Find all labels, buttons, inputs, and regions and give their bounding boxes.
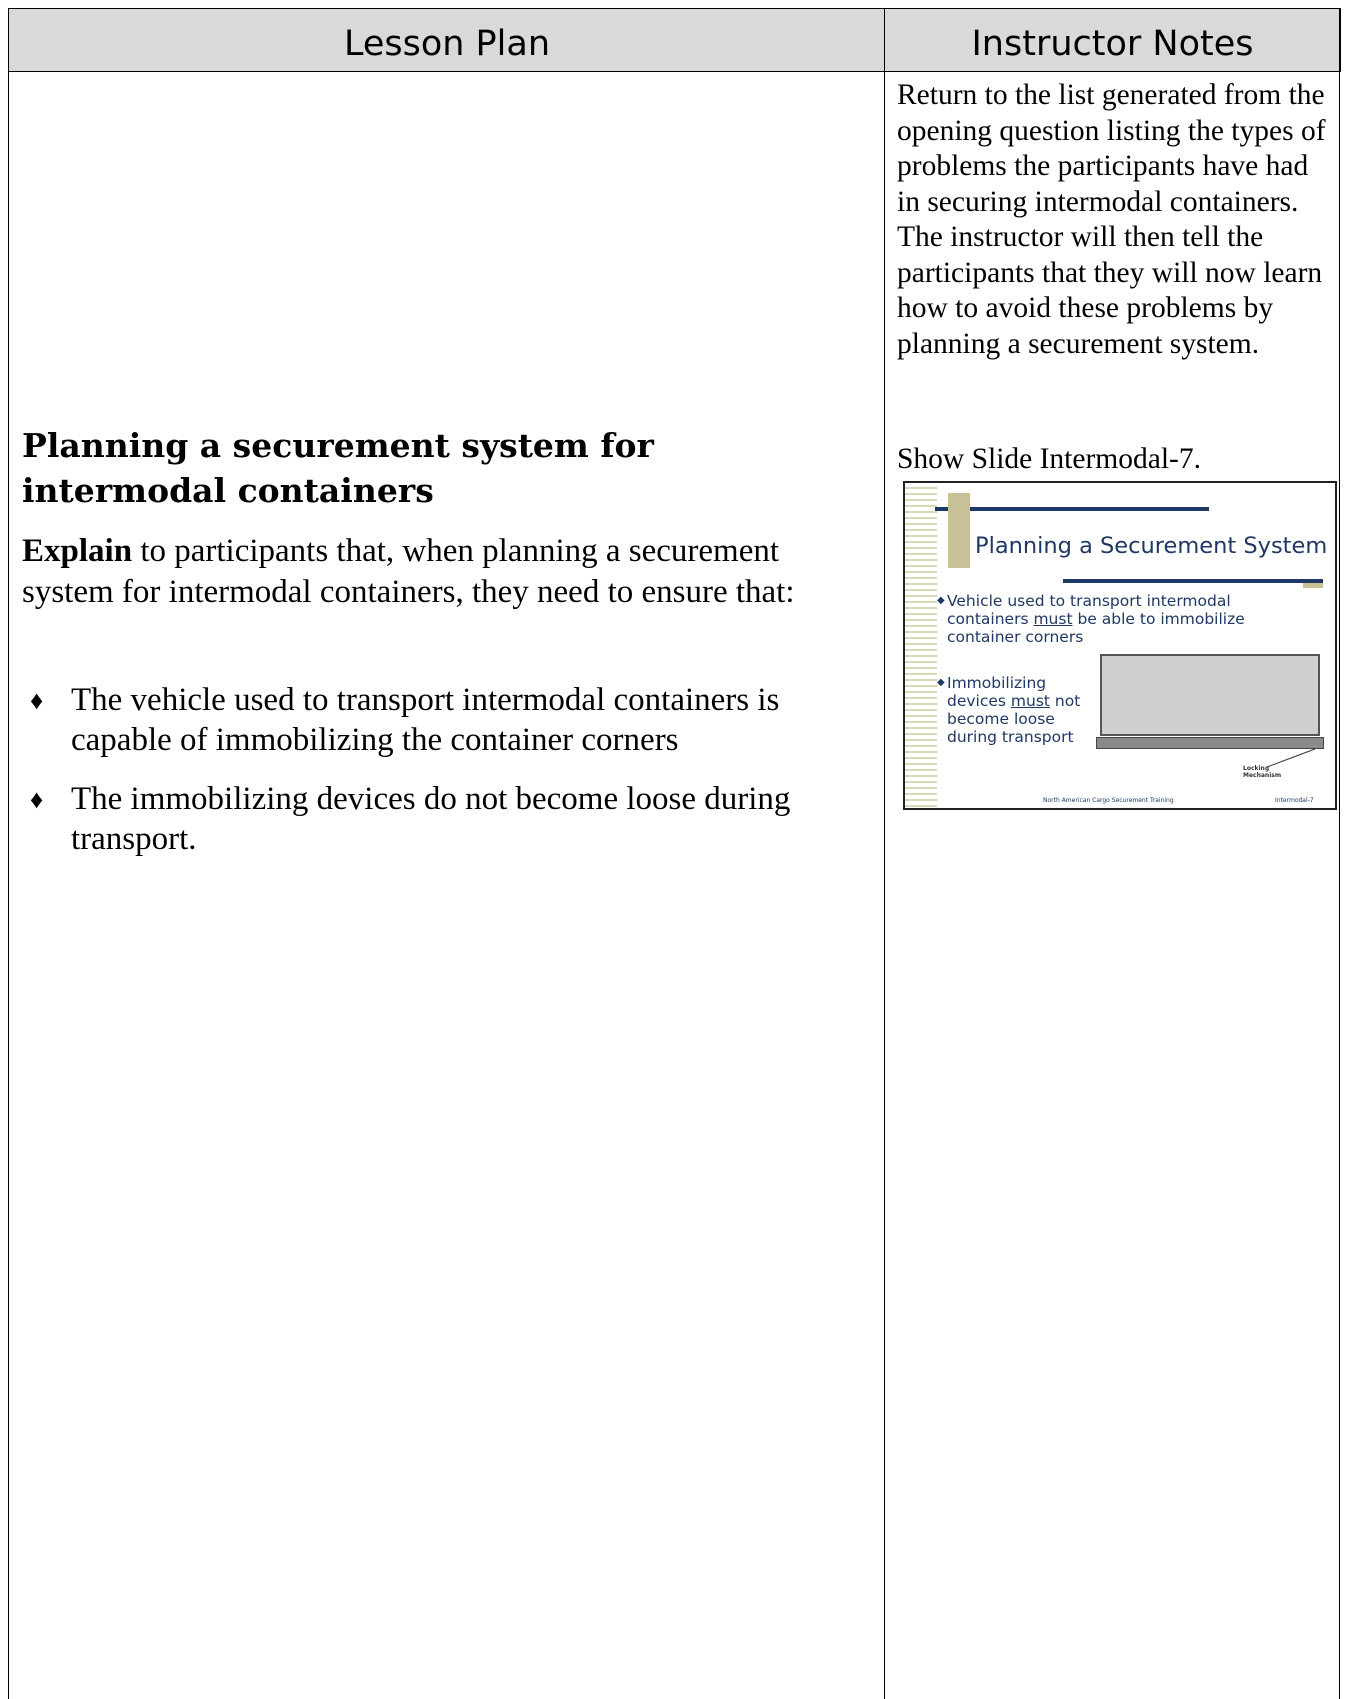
slide-top-rule [935, 507, 1209, 511]
section-title: Planning a securement system for intermo… [22, 426, 654, 510]
slide-bullet-icon: ◆ [937, 595, 945, 606]
slide-accent-block [948, 493, 970, 568]
slide-bullet-icon: ◆ [937, 677, 945, 688]
explain-text: to participants that, when planning a se… [22, 533, 795, 610]
table-right-edge [1339, 8, 1340, 1699]
slide-bullet-1: ◆ Vehicle used to transport intermodal co… [937, 592, 1245, 646]
lesson-plan-header: Lesson Plan [343, 24, 551, 64]
explain-keyword: Explain [22, 533, 133, 569]
list-item: ♦ The vehicle used to transport intermoda… [22, 680, 882, 760]
column-divider [884, 8, 885, 1699]
explain-paragraph: Explain to participants that, when plann… [22, 531, 872, 613]
slide-accent-small [1303, 583, 1323, 588]
instructor-notes-header: Instructor Notes [971, 24, 1254, 64]
instructor-notes-text: Return to the list generated from the op… [897, 78, 1337, 362]
list-item-text: The immobilizing devices do not become l… [71, 781, 791, 857]
slide-footer-right: Intermodal-7 [1275, 797, 1314, 804]
slide-thumbnail: Planning a Securement System ◆ Vehicle us… [903, 481, 1337, 810]
diamond-bullet-icon: ♦ [30, 686, 44, 715]
requirement-list: ♦ The vehicle used to transport intermoda… [22, 680, 882, 878]
slide-reference: Show Slide Intermodal-7. [897, 443, 1201, 475]
list-item: ♦ The immobilizing devices do not become … [22, 779, 882, 859]
slide-footer-left: North American Cargo Securement Training [1043, 797, 1174, 804]
notes-paragraph: Return to the list generated from the op… [897, 79, 1326, 360]
locking-mechanism-label: Locking Mechanism [1243, 765, 1282, 779]
slide-title: Planning a Securement System [975, 533, 1328, 559]
container-illustration [1100, 654, 1320, 736]
slide-title-underline [1063, 579, 1323, 583]
list-item-text: The vehicle used to transport intermodal… [71, 682, 780, 758]
diamond-bullet-icon: ♦ [30, 785, 44, 814]
slide-bullet-2: ◆ Immobilizing devices must not become lo… [937, 674, 1081, 746]
slide-stripe-decoration [905, 483, 937, 808]
